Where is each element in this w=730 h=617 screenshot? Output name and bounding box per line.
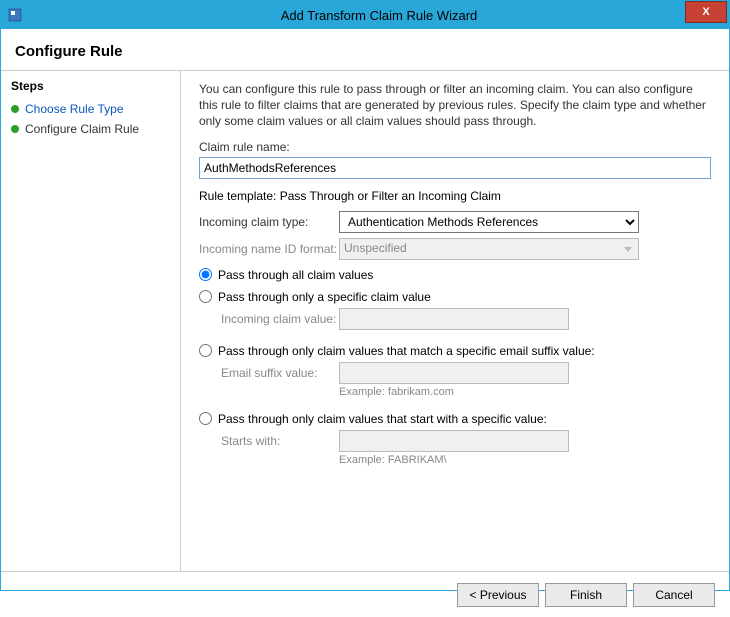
email-value-input [339, 362, 569, 384]
step-current-icon [11, 125, 19, 133]
radio-pass-email[interactable]: Pass through only claim values that matc… [199, 344, 711, 358]
main-panel: You can configure this rule to pass thro… [181, 71, 729, 571]
description-text: You can configure this rule to pass thro… [199, 81, 711, 130]
radio-pass-specific[interactable]: Pass through only a specific claim value [199, 290, 711, 304]
step-done-icon [11, 105, 19, 113]
close-icon: X [702, 6, 709, 18]
starts-example: Example: FABRIKAM\ [339, 454, 711, 466]
starts-value-input [339, 430, 569, 452]
radio-pass-email-label: Pass through only claim values that matc… [218, 344, 595, 358]
radio-pass-starts[interactable]: Pass through only claim values that star… [199, 412, 711, 426]
window-title: Add Transform Claim Rule Wizard [29, 8, 729, 23]
incoming-type-label: Incoming claim type: [199, 215, 339, 229]
incoming-format-select: Unspecified [339, 238, 639, 260]
email-example: Example: fabrikam.com [339, 386, 711, 398]
email-value-label: Email suffix value: [221, 366, 339, 380]
app-icon [7, 7, 23, 23]
radio-pass-all-label: Pass through all claim values [218, 268, 373, 282]
claim-value-input [339, 308, 569, 330]
title-bar: Add Transform Claim Rule Wizard X [1, 1, 729, 29]
radio-pass-starts-label: Pass through only claim values that star… [218, 412, 547, 426]
incoming-format-label: Incoming name ID format: [199, 242, 339, 256]
finish-button[interactable]: Finish [545, 583, 627, 607]
close-button[interactable]: X [685, 1, 727, 23]
cancel-button[interactable]: Cancel [633, 583, 715, 607]
steps-sidebar: Steps Choose Rule Type Configure Claim R… [1, 71, 181, 571]
rule-name-label: Claim rule name: [199, 140, 711, 154]
wizard-header: Configure Rule [1, 29, 729, 71]
radio-pass-specific-input[interactable] [199, 290, 212, 303]
rule-template-text: Rule template: Pass Through or Filter an… [199, 189, 711, 203]
radio-pass-email-input[interactable] [199, 344, 212, 357]
step-choose-rule-type[interactable]: Choose Rule Type [11, 99, 170, 119]
claim-value-label: Incoming claim value: [221, 312, 339, 326]
previous-button[interactable]: < Previous [457, 583, 539, 607]
incoming-type-select[interactable]: Authentication Methods References [339, 211, 639, 233]
page-title: Configure Rule [15, 43, 715, 60]
step-label: Configure Claim Rule [25, 122, 139, 136]
radio-pass-all[interactable]: Pass through all claim values [199, 268, 711, 282]
step-label: Choose Rule Type [25, 102, 124, 116]
starts-value-label: Starts with: [221, 434, 339, 448]
steps-heading: Steps [11, 79, 170, 93]
wizard-footer: < Previous Finish Cancel [1, 571, 729, 617]
rule-name-input[interactable] [199, 157, 711, 179]
radio-pass-specific-label: Pass through only a specific claim value [218, 290, 431, 304]
step-configure-claim-rule: Configure Claim Rule [11, 119, 170, 139]
radio-pass-all-input[interactable] [199, 268, 212, 281]
radio-pass-starts-input[interactable] [199, 412, 212, 425]
